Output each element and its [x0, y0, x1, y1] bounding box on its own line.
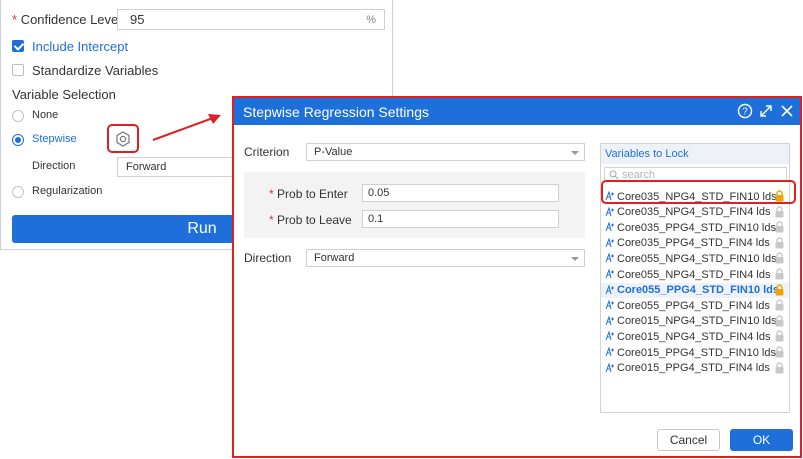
- probability-panel: * Prob to Enter 0.05 * Prob to Leave 0.1: [244, 172, 585, 238]
- svg-text:?: ?: [742, 107, 748, 118]
- radio-stepwise-label: Stepwise: [32, 133, 77, 145]
- lock-icon[interactable]: [774, 315, 785, 327]
- cancel-button[interactable]: Cancel: [657, 429, 720, 451]
- variable-icon: [605, 222, 614, 232]
- standardize-variables-label: Standardize Variables: [32, 63, 159, 78]
- prob-enter-input[interactable]: 0.05: [362, 184, 559, 202]
- standardize-variables-checkbox[interactable]: [12, 64, 24, 76]
- variable-label: Core015_NPG4_STD_FIN4 lds: [617, 330, 771, 343]
- prob-leave-input[interactable]: 0.1: [362, 210, 559, 228]
- stepwise-settings-button[interactable]: [107, 124, 139, 153]
- radio-regularization-label: Regularization: [32, 185, 103, 197]
- lock-icon[interactable]: [774, 237, 785, 249]
- lock-icon[interactable]: [774, 205, 785, 218]
- close-icon[interactable]: [779, 103, 795, 119]
- variable-selection-heading: Variable Selection: [12, 87, 116, 102]
- variable-icon: [605, 331, 614, 341]
- prob-leave-label: * Prob to Leave: [269, 213, 352, 227]
- variable-list-item[interactable]: Core055_NPG4_STD_FIN10 lds: [601, 251, 789, 266]
- include-intercept-label: Include Intercept: [32, 39, 129, 54]
- variable-label: Core035_NPG4_STD_FIN4 lds: [617, 206, 771, 219]
- lock-icon[interactable]: [774, 330, 785, 342]
- variable-label: Core055_NPG4_STD_FIN4 lds: [617, 268, 771, 281]
- variable-list-item[interactable]: Core035_PPG4_STD_FIN10 lds: [601, 220, 789, 235]
- variable-label: Core015_PPG4_STD_FIN10 lds: [617, 346, 776, 359]
- lock-icon[interactable]: [774, 252, 785, 264]
- variable-label: Core035_PPG4_STD_FIN10 lds: [617, 221, 776, 234]
- lock-icon[interactable]: [774, 361, 785, 374]
- ok-button[interactable]: OK: [730, 429, 793, 451]
- confidence-level-input[interactable]: 95 %: [117, 9, 385, 30]
- variable-icon: [605, 284, 614, 294]
- locked-variable-highlight: [601, 180, 796, 204]
- variable-icon: [605, 206, 614, 216]
- radio-none-label: None: [32, 109, 59, 121]
- dialog-title: Stepwise Regression Settings: [243, 103, 429, 120]
- lock-icon[interactable]: [774, 221, 785, 233]
- chevron-down-icon: [571, 257, 579, 261]
- variables-to-lock-title: Variables to Lock: [601, 144, 789, 164]
- radio-stepwise[interactable]: [12, 134, 24, 146]
- variable-icon: [605, 362, 614, 372]
- search-icon: [609, 169, 619, 179]
- criterion-label: Criterion: [244, 145, 290, 159]
- variable-list-item[interactable]: Core035_NPG4_STD_FIN4 lds: [601, 205, 789, 220]
- chevron-down-icon: [571, 151, 579, 155]
- variable-list-item[interactable]: Core055_PPG4_STD_FIN4 lds: [601, 298, 789, 313]
- variable-list-item[interactable]: Core035_PPG4_STD_FIN4 lds: [601, 236, 789, 251]
- variable-label: Core035_PPG4_STD_FIN4 lds: [617, 237, 770, 250]
- variable-label: Core055_PPG4_STD_FIN4 lds: [617, 299, 770, 312]
- variable-list-item[interactable]: Core015_NPG4_STD_FIN10 lds: [601, 314, 789, 329]
- annotation-arrow: [152, 114, 221, 141]
- gear-icon: [116, 130, 130, 147]
- direction-label: Direction: [32, 160, 76, 172]
- percent-unit: %: [366, 13, 376, 26]
- prob-enter-label: * Prob to Enter: [269, 187, 348, 201]
- variable-list-item[interactable]: Core015_PPG4_STD_FIN10 lds: [601, 345, 789, 360]
- variable-label: Core015_NPG4_STD_FIN10 lds: [617, 315, 777, 328]
- variable-list-item[interactable]: Core015_NPG4_STD_FIN4 lds: [601, 329, 789, 344]
- variable-list-item[interactable]: Core055_PPG4_STD_FIN10 lds: [601, 282, 789, 298]
- lock-icon[interactable]: [774, 346, 785, 358]
- lock-icon[interactable]: [774, 283, 785, 296]
- direction-select[interactable]: Forward: [117, 157, 237, 177]
- help-icon[interactable]: ?: [737, 103, 753, 119]
- lock-icon[interactable]: [774, 299, 785, 311]
- dialog-direction-label: Direction: [244, 251, 292, 265]
- variable-list-item[interactable]: Core015_PPG4_STD_FIN4 lds: [601, 361, 789, 376]
- variable-label: Core055_PPG4_STD_FIN10 lds: [617, 284, 780, 297]
- variable-label: Core055_NPG4_STD_FIN10 lds: [617, 252, 777, 265]
- variable-list-item[interactable]: Core055_NPG4_STD_FIN4 lds: [601, 267, 789, 282]
- stepwise-settings-dialog: Stepwise Regression Settings ? Criterion…: [232, 96, 802, 458]
- criterion-select[interactable]: P-Value: [306, 143, 585, 161]
- variable-icon: [605, 237, 614, 247]
- radio-none[interactable]: [12, 110, 24, 122]
- dialog-direction-select[interactable]: Forward: [306, 249, 585, 267]
- variable-icon: [605, 269, 614, 279]
- dialog-header: Stepwise Regression Settings ?: [234, 98, 800, 125]
- variable-icon: [605, 347, 614, 357]
- variable-icon: [605, 300, 614, 310]
- variable-label: Core015_PPG4_STD_FIN4 lds: [617, 362, 770, 375]
- confidence-level-label: * Confidence Level: [12, 12, 122, 27]
- variable-icon: [605, 253, 614, 263]
- variable-icon: [605, 315, 614, 325]
- expand-icon[interactable]: [758, 103, 774, 119]
- radio-regularization[interactable]: [12, 186, 24, 198]
- lock-icon[interactable]: [774, 268, 785, 280]
- include-intercept-checkbox[interactable]: [12, 40, 24, 52]
